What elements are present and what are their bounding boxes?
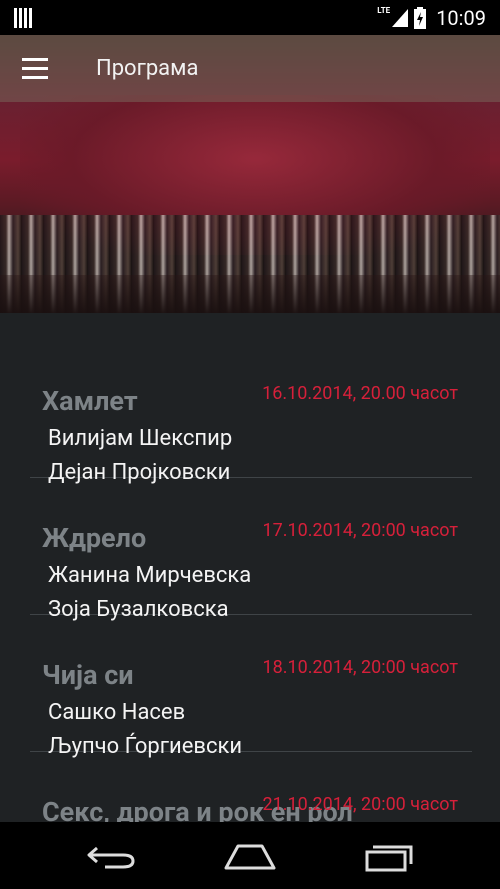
hamburger-menu-icon[interactable] [22, 58, 48, 80]
play-date: 16.10.2014, 20.00 часот [262, 383, 458, 404]
play-title: Чија си [42, 659, 134, 691]
play-author: Сашко Насев [48, 700, 186, 725]
notification-bars-icon [14, 8, 34, 28]
list-item[interactable]: Ждрело 17.10.2014, 20:00 часот Жанина Ми… [30, 477, 472, 622]
home-icon[interactable] [222, 838, 278, 874]
recent-apps-icon[interactable] [361, 838, 417, 874]
app-toolbar: Програма [0, 35, 500, 102]
system-nav-bar [0, 822, 500, 889]
play-author: Жанина Мирчевска [48, 563, 252, 588]
play-date: 18.10.2014, 20:00 часот [262, 657, 458, 678]
back-icon[interactable] [83, 838, 139, 874]
list-item[interactable]: Чија си 18.10.2014, 20:00 часот Сашко На… [30, 614, 472, 759]
play-date: 21.10.2014, 20:00 часот [262, 794, 458, 815]
list-item[interactable]: Секс, дрога и рок ен рол 21.10.2014, 20:… [30, 751, 472, 822]
battery-charging-icon [414, 6, 427, 29]
clock: 10:09 [436, 5, 486, 30]
play-title: Ждрело [42, 522, 147, 554]
program-list[interactable]: Хамлет 16.10.2014, 20.00 часот Вилијам Ш… [0, 313, 500, 822]
signal-icon [392, 8, 409, 27]
list-item[interactable]: Хамлет 16.10.2014, 20.00 часот Вилијам Ш… [30, 340, 472, 485]
page-title: Програма [96, 56, 199, 81]
play-date: 17.10.2014, 20:00 часот [262, 520, 458, 541]
status-bar: LTE 10:09 [0, 0, 500, 35]
play-title: Хамлет [42, 385, 138, 417]
network-type: LTE [377, 6, 391, 15]
play-author: Вилијам Шекспир [48, 426, 233, 451]
